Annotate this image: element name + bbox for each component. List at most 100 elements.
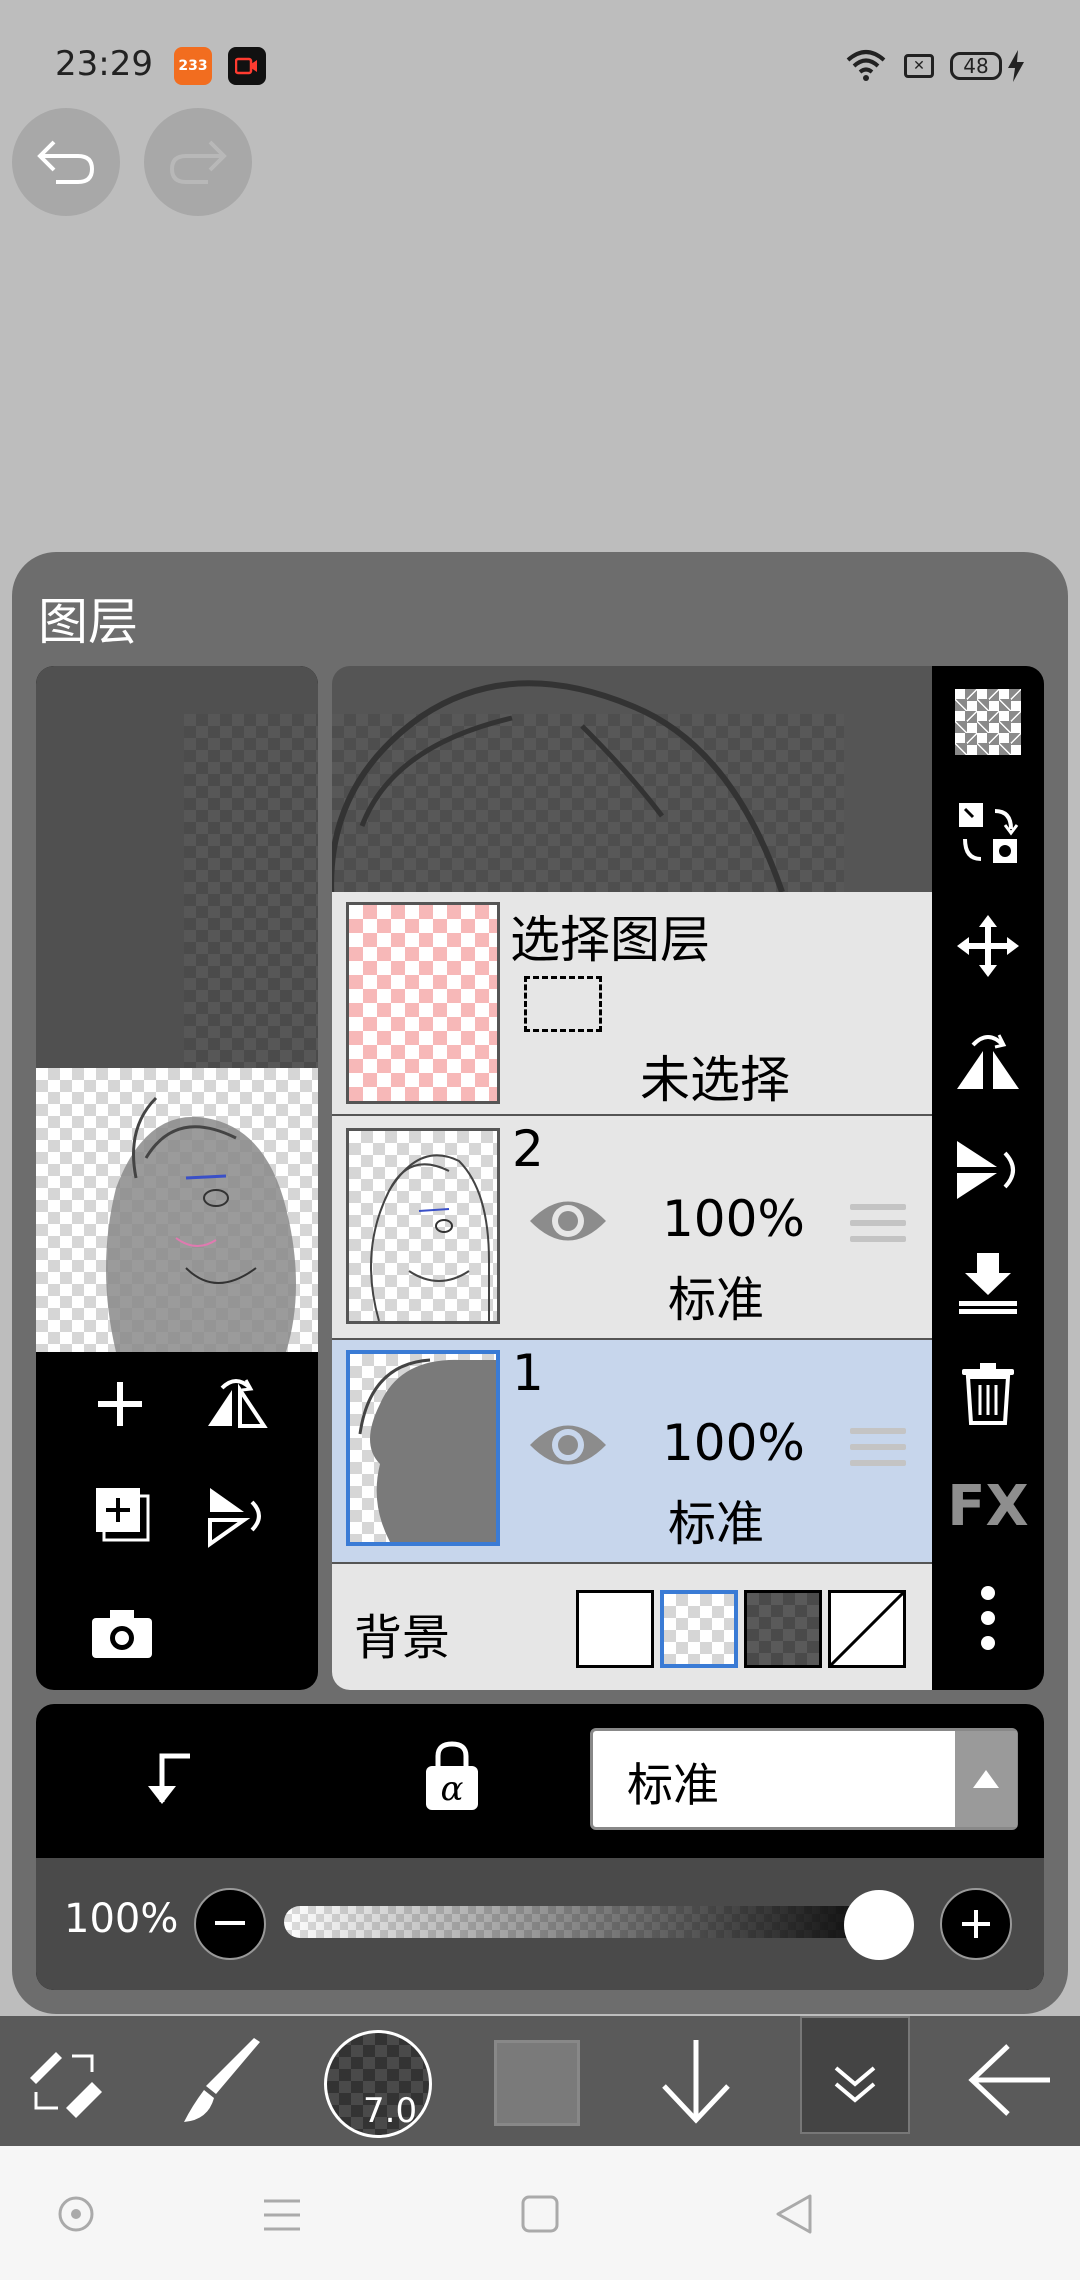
undo-icon — [37, 140, 95, 184]
layer-opacity: 100% — [662, 1414, 805, 1472]
merge-down-button[interactable] — [932, 1232, 1044, 1332]
redo-icon — [169, 140, 227, 184]
collapse-panel-button[interactable] — [800, 2016, 910, 2134]
menu-nav-button[interactable] — [262, 2198, 302, 2236]
flip-vertical-icon — [208, 1488, 261, 1548]
drawing-toolbar: 7.0 — [0, 2016, 1080, 2146]
app-233-icon: 233 — [174, 47, 212, 85]
wifi-icon — [846, 48, 886, 86]
opacity-plus-button[interactable] — [940, 1888, 1012, 1960]
drag-handle-icon[interactable] — [850, 1428, 906, 1476]
flip-horizontal-layer-button[interactable] — [932, 1008, 1044, 1108]
brush-size-button[interactable]: 7.0 — [324, 2030, 432, 2138]
layer-add-icon — [96, 1488, 150, 1542]
move-layer-button[interactable] — [932, 896, 1044, 996]
clip-button[interactable] — [140, 1742, 200, 1816]
canvas-preview[interactable] — [36, 1068, 318, 1352]
add-copy-layer-button[interactable] — [92, 1484, 152, 1548]
opacity-row: 100% — [36, 1858, 1044, 1990]
undo-button[interactable] — [12, 108, 120, 216]
transparent-fill-button[interactable] — [932, 672, 1044, 772]
delete-layer-button[interactable] — [932, 1344, 1044, 1444]
flip-vertical-button[interactable] — [204, 1484, 268, 1552]
more-options-button[interactable] — [932, 1568, 1044, 1668]
brush-tool-button[interactable] — [180, 2036, 264, 2130]
brush-size-value: 7.0 — [363, 2091, 418, 2131]
blend-mode-select[interactable]: 标准 — [590, 1728, 1018, 1830]
camera-button[interactable] — [90, 1608, 154, 1664]
home-nav-button[interactable] — [520, 2194, 560, 2238]
visibility-eye-icon[interactable] — [528, 1418, 608, 1476]
background-row: 背景 — [332, 1564, 932, 1690]
sim-icon: ✕ — [904, 54, 934, 78]
svg-text:α: α — [441, 1769, 464, 1809]
flip-vertical-layer-button[interactable] — [932, 1120, 1044, 1220]
swap-icon — [959, 803, 1019, 863]
back-nav-button[interactable] — [774, 2192, 814, 2240]
brush-eraser-switch-icon — [30, 2052, 102, 2118]
selection-layer-title: 选择图层 — [510, 911, 710, 969]
opacity-minus-button[interactable] — [194, 1888, 266, 1960]
arrow-left-icon — [968, 2044, 1050, 2116]
add-layer-button[interactable] — [92, 1376, 148, 1436]
plus-icon — [962, 1910, 990, 1938]
screen-record-icon — [228, 47, 266, 85]
flip-horizontal-button[interactable] — [204, 1376, 268, 1436]
layer-thumbnail — [346, 1350, 500, 1546]
opacity-slider-track[interactable] — [284, 1906, 904, 1938]
layer-blend-mode: 标准 — [668, 1496, 765, 1552]
bg-none-swatch[interactable] — [828, 1590, 906, 1668]
more-vertical-icon — [981, 1586, 995, 1650]
flip-vertical-icon — [957, 1141, 1015, 1199]
layer-preview-column — [36, 666, 318, 1690]
minus-icon — [215, 1921, 245, 1925]
layer-opacity: 100% — [662, 1190, 805, 1248]
tool-switch-button[interactable] — [22, 2042, 106, 2126]
merge-down-icon — [959, 1253, 1017, 1314]
bg-dark-swatch[interactable] — [744, 1590, 822, 1668]
blend-mode-value: 标准 — [627, 1758, 719, 1812]
background-label: 背景 — [354, 1610, 451, 1666]
trash-icon — [962, 1363, 1014, 1425]
system-nav-bar — [0, 2146, 1080, 2280]
layer-name: 1 — [512, 1344, 544, 1402]
bg-white-swatch[interactable] — [576, 1590, 654, 1668]
flip-horizontal-icon — [208, 1379, 268, 1428]
triangle-up-icon — [973, 1770, 999, 1788]
battery-indicator: 48 — [950, 52, 1002, 80]
layer-thumbnail — [346, 1128, 500, 1324]
down-arrow-button[interactable] — [656, 2036, 736, 2130]
panel-title: 图层 — [38, 593, 138, 651]
character-sketch-thumbnail — [106, 1096, 296, 1352]
visibility-eye-icon[interactable] — [528, 1194, 608, 1252]
menu-icon — [264, 2199, 300, 2231]
circle-dot-icon — [58, 2196, 94, 2232]
layer-row[interactable]: 2 100% 标准 — [332, 1116, 932, 1338]
bg-transparent-swatch[interactable] — [660, 1590, 738, 1668]
blend-opacity-bar: α 标准 100% — [36, 1704, 1044, 1990]
alpha-lock-icon: α — [426, 1741, 478, 1810]
flip-horizontal-icon — [957, 1034, 1019, 1089]
layer-swap-button[interactable] — [932, 784, 1044, 884]
current-color-swatch[interactable] — [494, 2040, 580, 2126]
layer-tools-column: FX — [932, 666, 1044, 1690]
fx-button[interactable]: FX — [932, 1456, 1044, 1556]
status-time: 23:29 — [55, 44, 153, 84]
layer-row-selected[interactable]: 1 100% 标准 — [332, 1340, 932, 1562]
brush-icon — [184, 2038, 260, 2122]
back-arrow-button[interactable] — [968, 2040, 1052, 2124]
redo-button[interactable] — [144, 108, 252, 216]
opacity-value: 100% — [64, 1896, 179, 1942]
arrow-down-icon — [662, 2040, 730, 2124]
canvas-overview — [36, 666, 318, 1068]
assistant-nav-button[interactable] — [56, 2194, 96, 2238]
alpha-lock-button[interactable]: α — [422, 1740, 482, 1816]
selection-layer-thumbnail — [346, 902, 500, 1104]
drag-handle-icon[interactable] — [850, 1204, 906, 1252]
move-icon — [957, 915, 1019, 977]
selection-layer-row[interactable]: 选择图层 未选择 — [332, 892, 932, 1114]
dashed-selection-icon — [524, 976, 602, 1032]
blend-dropdown-arrow[interactable] — [955, 1731, 1017, 1827]
camera-icon — [92, 1610, 152, 1658]
opacity-slider-thumb[interactable] — [844, 1890, 914, 1960]
